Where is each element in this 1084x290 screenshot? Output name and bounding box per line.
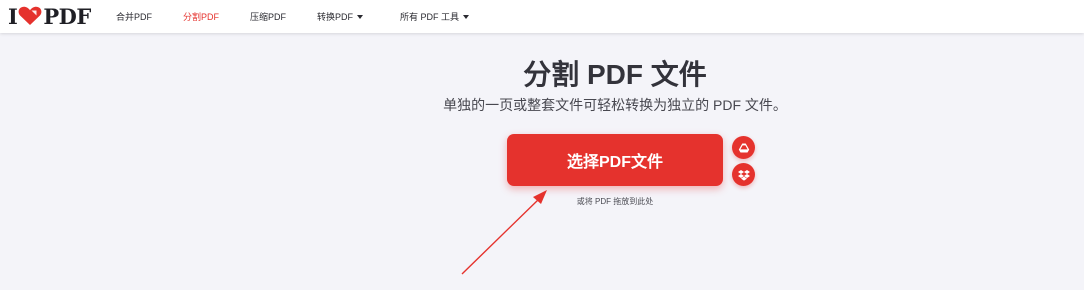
dropbox-icon xyxy=(737,169,750,181)
top-navigation-bar: I PDF 合并PDF 分割PDF 压缩PDF 转换PDF 所有 PDF 工具 xyxy=(0,0,1084,33)
dropbox-button[interactable] xyxy=(732,163,755,186)
drop-hint-text: 或将 PDF 拖放到此处 xyxy=(576,197,654,206)
nav-compress-pdf[interactable]: 压缩PDF xyxy=(250,10,286,23)
nav-compress-pdf-label: 压缩PDF xyxy=(250,12,287,22)
nav-split-pdf-label: 分割PDF xyxy=(183,12,220,22)
ilovepdf-logo[interactable]: I PDF xyxy=(8,3,91,29)
nav-convert-pdf-label: 转换PDF xyxy=(317,12,354,22)
select-pdf-button[interactable]: 选择PDF文件 xyxy=(507,134,723,186)
nav-split-pdf[interactable]: 分割PDF xyxy=(183,10,219,23)
nav-merge-pdf[interactable]: 合并PDF xyxy=(116,10,152,23)
page-subtitle: 单独的一页或整套文件可轻松转换为独立的 PDF 文件。 xyxy=(443,97,787,113)
google-drive-button[interactable] xyxy=(732,136,755,159)
logo-prefix: I xyxy=(8,3,18,29)
nav-all-pdf-tools[interactable]: 所有 PDF 工具 xyxy=(400,10,470,23)
chevron-down-icon xyxy=(463,14,470,19)
nav-convert-pdf[interactable]: 转换PDF xyxy=(317,10,364,23)
nav-all-pdf-tools-label: 所有 PDF 工具 xyxy=(400,12,460,22)
heart-icon xyxy=(18,6,42,25)
google-drive-icon xyxy=(738,143,749,152)
nav-merge-pdf-label: 合并PDF xyxy=(116,12,153,22)
select-pdf-button-label: 选择PDF文件 xyxy=(566,154,663,171)
page-title: 分割 PDF 文件 xyxy=(523,59,707,90)
logo-suffix: PDF xyxy=(43,3,91,29)
chevron-down-icon xyxy=(357,14,364,19)
